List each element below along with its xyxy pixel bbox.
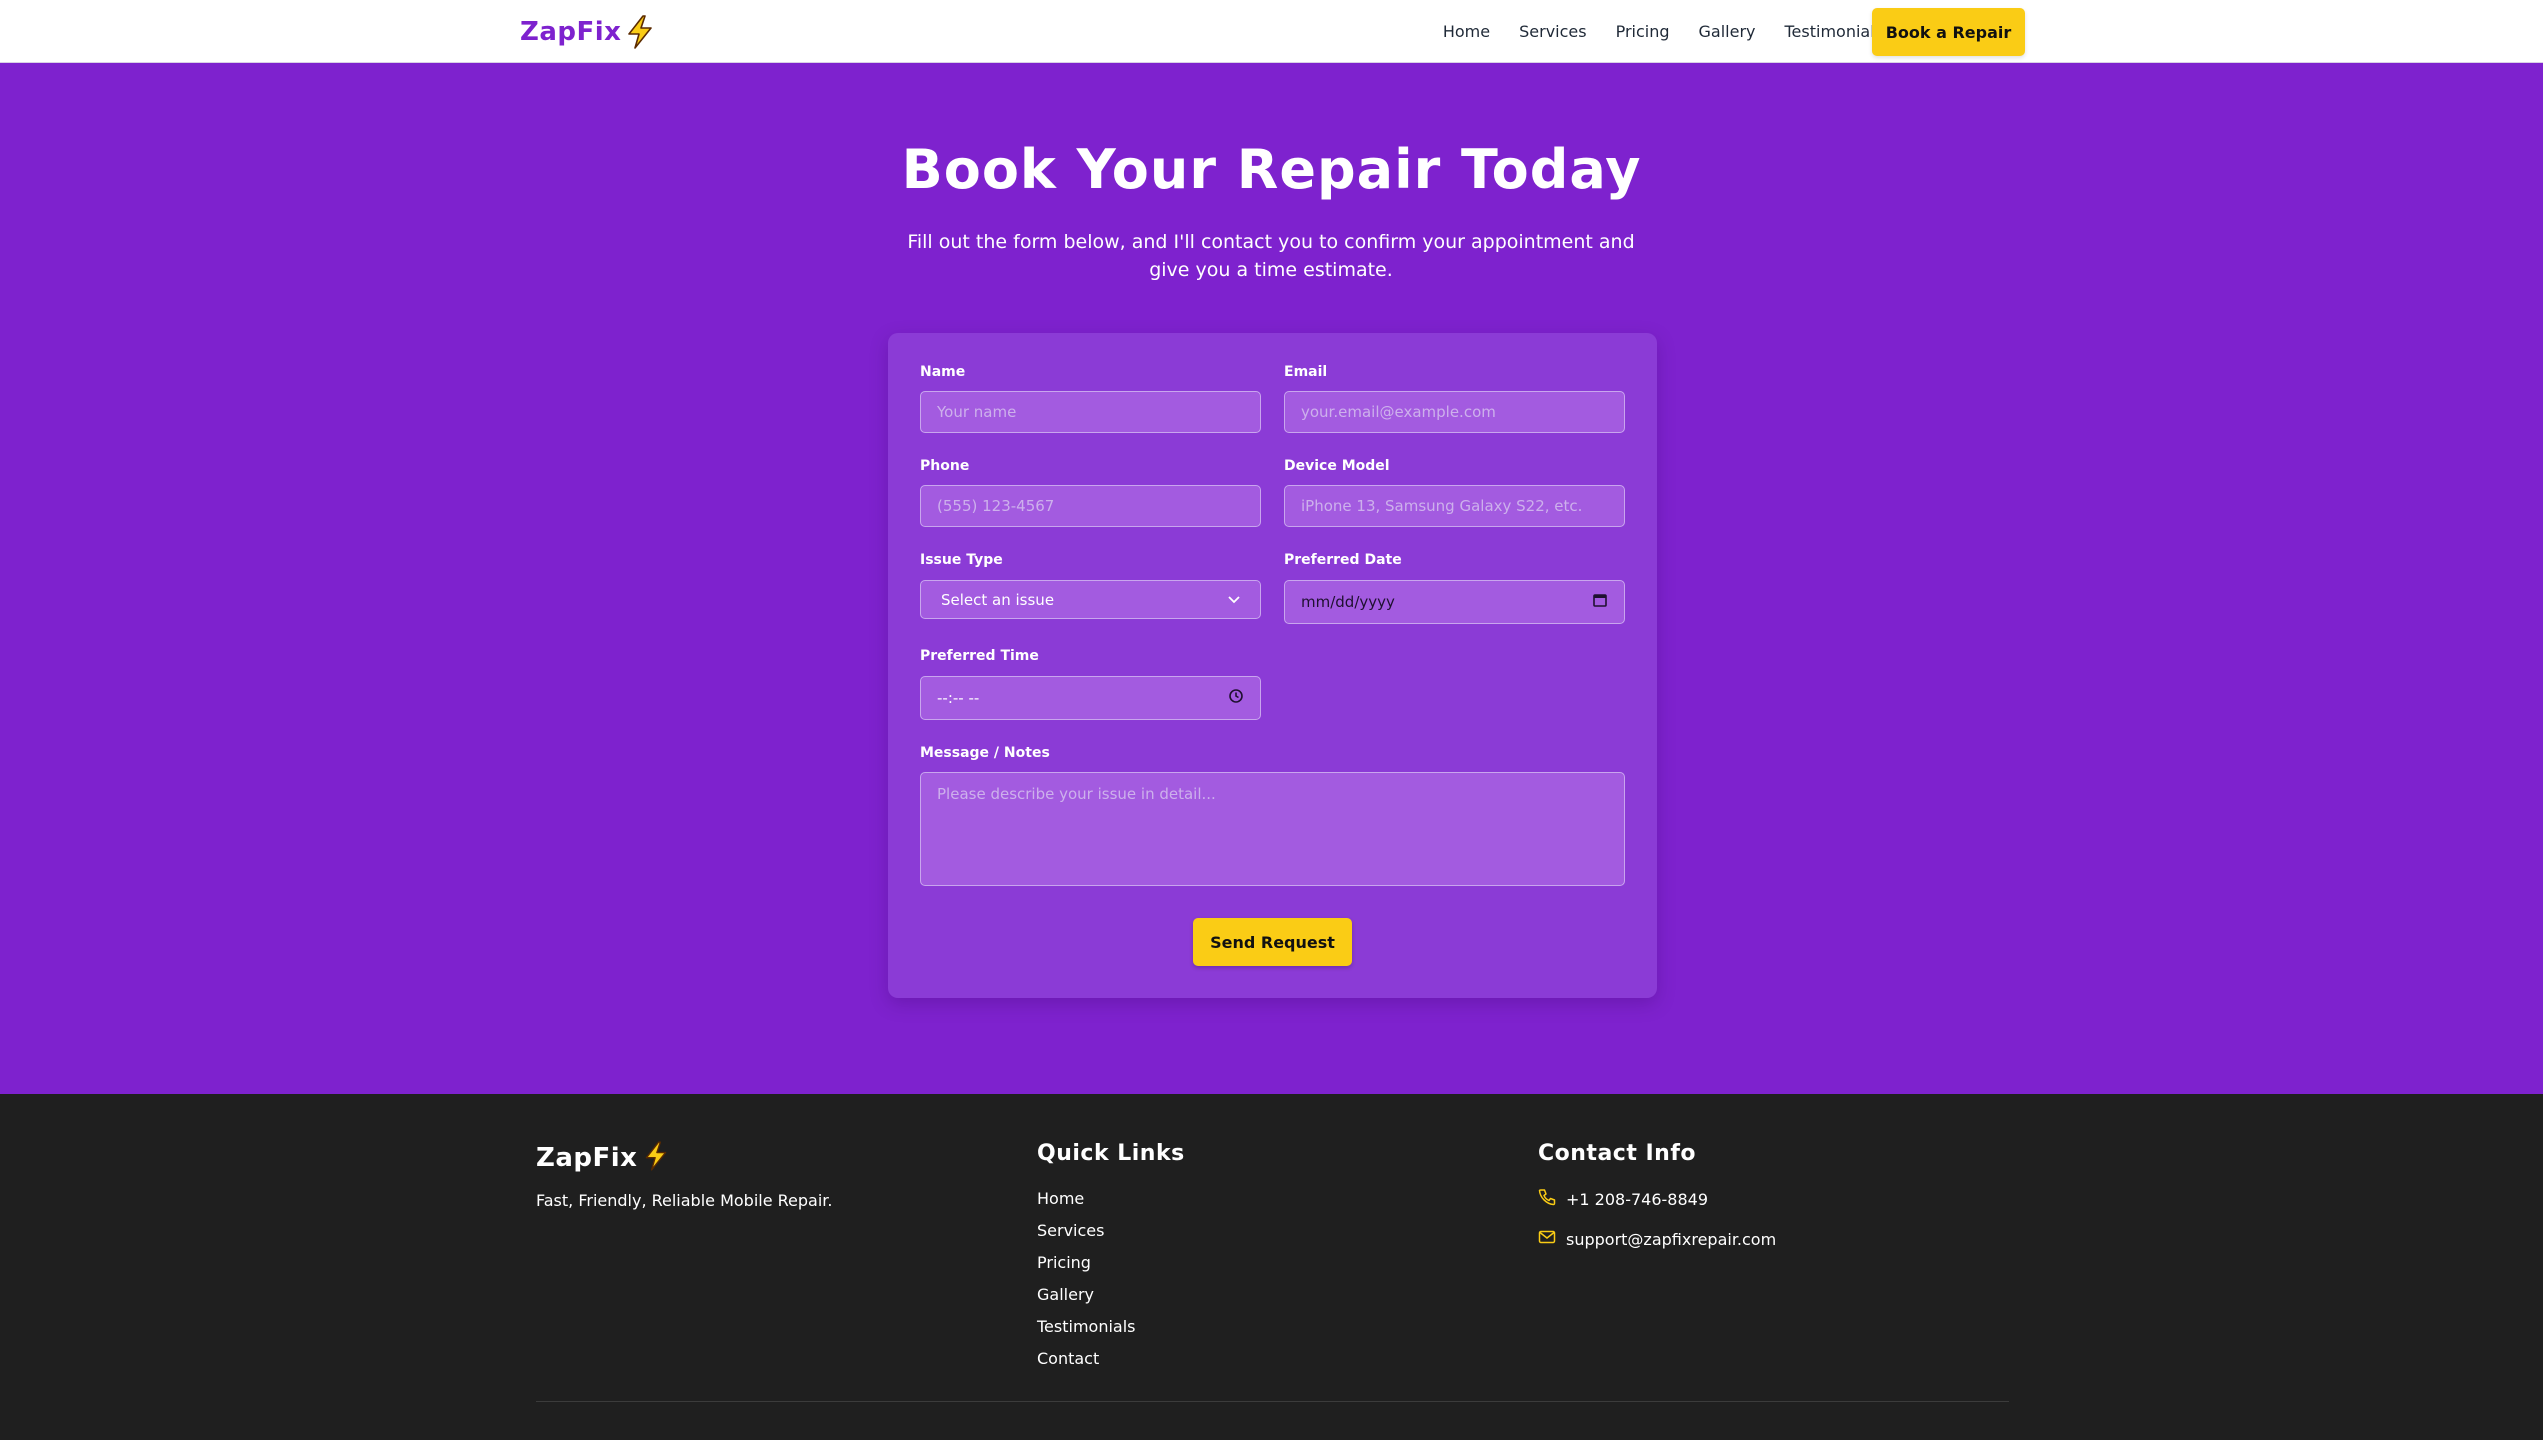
nav-link-pricing[interactable]: Pricing — [1616, 22, 1670, 41]
footer-link-testimonials[interactable]: Testimonials — [1037, 1317, 1136, 1349]
preferred-time-input[interactable]: --:-- -- — [920, 676, 1261, 720]
email-input[interactable]: your.email@example.com — [1284, 391, 1625, 433]
contact-phone-text: +1 208-746-8849 — [1566, 1189, 1709, 1209]
nav-links: Home Services Pricing Gallery Testimonia… — [1443, 0, 1883, 63]
preferred-date-label: Preferred Date — [1284, 552, 1402, 568]
contact-email-text: support@zapfixrepair.com — [1566, 1229, 1777, 1249]
footer-link-pricing[interactable]: Pricing — [1037, 1253, 1136, 1285]
calendar-icon[interactable] — [1592, 592, 1608, 612]
preferred-time-label: Preferred Time — [920, 648, 1039, 664]
device-model-label: Device Model — [1284, 458, 1390, 474]
email-label: Email — [1284, 364, 1328, 380]
footer: ZapFix Fast, Friendly, Reliable Mobile R… — [0, 1094, 2543, 1440]
clock-icon[interactable] — [1228, 688, 1244, 708]
book-repair-button[interactable]: Book a Repair — [1872, 8, 2025, 56]
issue-type-label: Issue Type — [920, 552, 1003, 568]
phone-icon — [1538, 1188, 1556, 1210]
page-title: Book Your Repair Today — [901, 138, 1642, 201]
preferred-date-value: mm/dd/yyyy — [1301, 593, 1395, 611]
footer-link-services[interactable]: Services — [1037, 1221, 1136, 1253]
nav-link-gallery[interactable]: Gallery — [1699, 22, 1756, 41]
message-textarea[interactable]: Please describe your issue in detail... — [920, 772, 1625, 886]
nav-link-testimonials[interactable]: Testimonials — [1785, 22, 1884, 41]
brand-logo[interactable]: ZapFix — [520, 14, 655, 50]
footer-brand: ZapFix — [536, 1141, 669, 1175]
nav-link-services[interactable]: Services — [1519, 22, 1586, 41]
nav-link-home[interactable]: Home — [1443, 22, 1490, 41]
quick-links-heading: Quick Links — [1037, 1141, 1185, 1166]
footer-brand-name: ZapFix — [536, 1143, 638, 1173]
device-model-input[interactable]: iPhone 13, Samsung Galaxy S22, etc. — [1284, 485, 1625, 527]
issue-type-select[interactable]: Select an issue — [920, 580, 1261, 619]
message-label: Message / Notes — [920, 745, 1050, 761]
lightning-bolt-icon — [625, 15, 655, 49]
contact-email[interactable]: support@zapfixrepair.com — [1538, 1228, 1776, 1250]
issue-type-value: Select an issue — [941, 590, 1055, 609]
footer-link-gallery[interactable]: Gallery — [1037, 1285, 1136, 1317]
phone-label: Phone — [920, 458, 970, 474]
phone-input[interactable]: (555) 123-4567 — [920, 485, 1261, 527]
top-navbar: ZapFix Home Services Pricing Gallery Tes… — [0, 0, 2543, 63]
name-label: Name — [920, 364, 966, 380]
preferred-date-input[interactable]: mm/dd/yyyy — [1284, 580, 1625, 624]
contact-phone[interactable]: +1 208-746-8849 — [1538, 1188, 1708, 1210]
brand-name: ZapFix — [520, 17, 622, 47]
name-input[interactable]: Your name — [920, 391, 1261, 433]
page-subtitle: Fill out the form below, and I'll contac… — [907, 231, 1635, 281]
booking-form: Name Your name Email your.email@example.… — [888, 333, 1657, 998]
send-request-button[interactable]: Send Request — [1193, 918, 1352, 966]
footer-link-contact[interactable]: Contact — [1037, 1349, 1136, 1381]
footer-link-home[interactable]: Home — [1037, 1189, 1136, 1221]
quick-links-list: Home Services Pricing Gallery Testimonia… — [1037, 1189, 1136, 1381]
preferred-time-value: --:-- -- — [937, 689, 980, 707]
contact-info-heading: Contact Info — [1538, 1141, 1697, 1166]
footer-tagline: Fast, Friendly, Reliable Mobile Repair. — [536, 1191, 833, 1210]
chevron-down-icon — [1228, 593, 1240, 607]
mail-icon — [1538, 1228, 1556, 1250]
footer-divider — [536, 1401, 2009, 1402]
lightning-bolt-icon — [643, 1141, 669, 1175]
